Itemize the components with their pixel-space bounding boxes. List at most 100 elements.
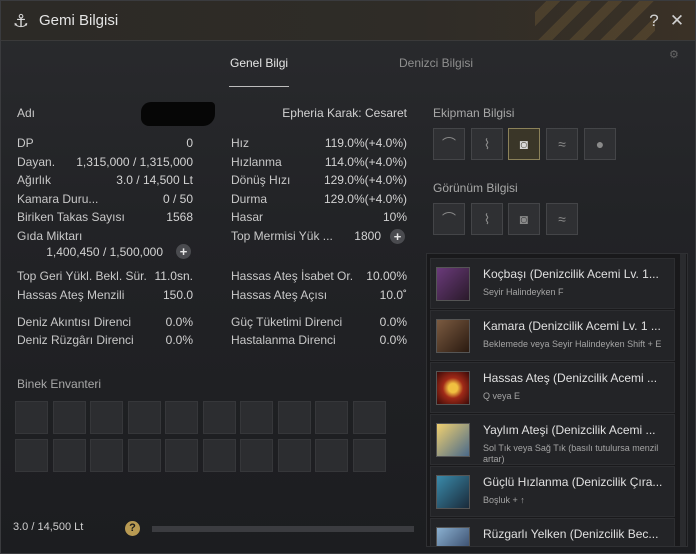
appearance-slot-prow-icon[interactable]: ⌒ (433, 203, 465, 235)
inventory-slot[interactable] (90, 439, 123, 472)
speed-value: 119.0%(+4.0%) (324, 136, 407, 150)
cannonball-label: Top Mermisi Yük ... (231, 229, 333, 243)
skill-name: Kamara (Denizcilik Acemi Lv. 1 ... (483, 319, 661, 333)
skill-item-broadside[interactable]: Yaylım Ateşi (Denizcilik Acemi ... Sol T… (430, 414, 675, 465)
help-icon[interactable]: ? (646, 11, 662, 31)
inventory-slot[interactable] (165, 439, 198, 472)
inventory-slot[interactable] (15, 439, 48, 472)
inventory-slot[interactable] (202, 401, 236, 434)
window-title: Gemi Bilgisi (39, 12, 119, 29)
inventory-weight: 3.0 / 14,500 Lt (13, 521, 84, 533)
equip-slot-sailor-icon[interactable]: ● (584, 128, 616, 160)
acceleration-skill-icon (436, 475, 470, 509)
precise-range-label: Hassas Ateş Menzili (17, 288, 125, 302)
trade-count-value: 1568 (166, 210, 193, 224)
weight-help-icon[interactable]: ? (125, 521, 140, 536)
ship-info-window: ⚓ Gemi Bilgisi ? ✕ Genel Bilgi Denizci B… (0, 0, 696, 554)
inventory-slot[interactable] (277, 439, 311, 472)
equipment-title: Ekipman Bilgisi (433, 106, 515, 120)
current-resist-label: Deniz Akıntısı Direnci (17, 315, 132, 329)
inventory-slot[interactable] (202, 439, 236, 472)
inventory-grid (15, 401, 391, 475)
power-resist-value: 0.0% (379, 315, 407, 329)
inventory-slot[interactable] (127, 401, 161, 434)
cabin-value: 0 / 50 (162, 192, 193, 206)
skill-name: Koçbaşı (Denizcilik Acemi Lv. 1... (483, 267, 659, 281)
inventory-slot[interactable] (315, 439, 348, 472)
dp-label: DP (17, 136, 34, 150)
inventory-slot[interactable] (315, 401, 348, 434)
durability-label: Dayan. (17, 155, 56, 169)
inventory-slot[interactable] (90, 401, 123, 434)
acceleration-value: 114.0%(+4.0%) (324, 155, 407, 169)
appearance-slot-plating-icon[interactable]: ≈ (546, 203, 578, 235)
precise-angle-value: 10.0˚ (379, 288, 407, 302)
precise-range-value: 150.0 (162, 288, 193, 302)
title-bar[interactable]: ⚓ Gemi Bilgisi ? ✕ (1, 1, 695, 41)
cabin-label: Kamara Duru... (17, 192, 99, 206)
skill-item-strong-acceleration[interactable]: Güçlü Hızlanma (Denizcilik Çıra... Boşlu… (430, 466, 675, 517)
gear-icon[interactable]: ⚙ (669, 48, 679, 61)
skill-item-ram[interactable]: Koçbaşı (Denizcilik Acemi Lv. 1... Seyir… (430, 258, 675, 309)
skill-name: Hassas Ateş (Denizcilik Acemi ... (483, 371, 658, 385)
appearance-slot-figurehead-icon[interactable]: ⌇ (471, 203, 503, 235)
weight-value: 3.0 / 14,500 Lt (116, 173, 193, 187)
inventory-slot[interactable] (240, 439, 273, 472)
cannonball-value: 1800 (354, 229, 381, 243)
skill-name: Güçlü Hızlanma (Denizcilik Çıra... (483, 475, 663, 489)
inventory-title: Binek Envanteri (17, 377, 102, 391)
disease-resist-label: Hastalanma Direnci (231, 333, 336, 347)
weight-bar (152, 526, 414, 532)
skill-desc: Sol Tık veya Sağ Tık (basılı tutulursa m… (483, 443, 659, 464)
skill-list[interactable]: Koçbaşı (Denizcilik Acemi Lv. 1... Seyir… (426, 253, 688, 547)
skill-item-windy-sail[interactable]: Rüzgarlı Yelken (Denizcilik Bec... (430, 518, 675, 546)
inventory-slot[interactable] (240, 401, 273, 434)
equip-slot-figurehead-icon[interactable]: ⌇ (471, 128, 503, 160)
sail-skill-icon (436, 527, 470, 546)
inventory-slot[interactable] (15, 401, 48, 434)
turn-speed-label: Dönüş Hızı (231, 173, 291, 187)
power-resist-label: Güç Tüketimi Direnci (231, 315, 343, 329)
precise-accuracy-label: Hassas Ateş İsabet Or. (231, 269, 354, 283)
cannon-reload-label: Top Geri Yükl. Bekl. Sür. (17, 269, 147, 283)
appearance-title: Görünüm Bilgisi (433, 181, 518, 195)
close-icon[interactable]: ✕ (668, 11, 686, 31)
inventory-slot[interactable] (127, 439, 161, 472)
damage-value: 10% (382, 210, 407, 224)
skill-item-cabin[interactable]: Kamara (Denizcilik Acemi Lv. 1 ... Bekle… (430, 310, 675, 361)
current-resist-value: 0.0% (165, 315, 193, 329)
skill-scrollbar[interactable] (680, 254, 686, 546)
inventory-slot[interactable] (277, 401, 311, 434)
skill-item-precise-fire[interactable]: Hassas Ateş (Denizcilik Acemi ... Q veya… (430, 362, 675, 413)
turn-speed-value: 129.0%(+4.0%) (323, 173, 407, 187)
cannon-reload-value: 11.0sn. (154, 269, 193, 283)
inventory-slot[interactable] (352, 401, 386, 434)
inventory-slot[interactable] (165, 401, 198, 434)
anchor-icon: ⚓ (12, 11, 30, 31)
skill-name: Yaylım Ateşi (Denizcilik Acemi ... (483, 423, 656, 437)
cabin-skill-icon (436, 319, 470, 353)
inventory-slot[interactable] (52, 401, 86, 434)
durability-value: 1,315,000 / 1,315,000 (76, 155, 193, 169)
damage-label: Hasar (231, 210, 264, 224)
add-food-button[interactable]: + (176, 244, 191, 259)
equip-slot-prow-icon[interactable]: ⌒ (433, 128, 465, 160)
skill-name: Rüzgarlı Yelken (Denizcilik Bec... (483, 527, 659, 541)
name-label: Adı (17, 106, 36, 120)
skill-desc: Boşluk + ↑ (483, 495, 525, 505)
tab-general-info[interactable]: Genel Bilgi (230, 56, 288, 70)
food-label: Gıda Miktarı (17, 229, 83, 243)
weight-label: Ağırlık (17, 173, 52, 187)
appearance-slot-cannon-icon[interactable]: ◙ (508, 203, 540, 235)
inventory-slot[interactable] (52, 439, 86, 472)
active-tab-indicator (229, 86, 289, 87)
precise-angle-label: Hassas Ateş Açısı (231, 288, 328, 302)
ship-type: Epheria Karak: Cesaret (282, 106, 407, 120)
inventory-slot[interactable] (352, 439, 386, 472)
skill-scrollbar-thumb[interactable] (680, 254, 686, 546)
equip-slot-cannon-icon[interactable]: ◙ (508, 128, 540, 160)
add-cannonball-button[interactable]: + (390, 229, 405, 244)
skill-desc: Q veya E (483, 391, 521, 401)
tab-sailor-info[interactable]: Denizci Bilgisi (399, 56, 473, 70)
equip-slot-plating-icon[interactable]: ≈ (546, 128, 578, 160)
